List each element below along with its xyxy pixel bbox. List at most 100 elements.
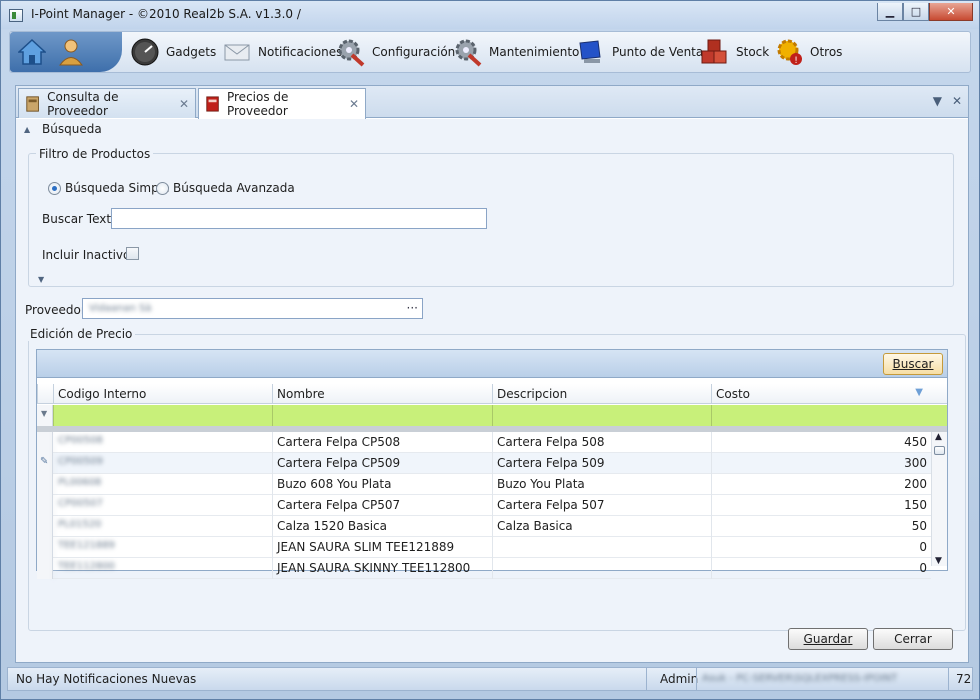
cell-codigo[interactable]: CP00508 [53, 432, 272, 453]
row-selector[interactable] [37, 558, 53, 579]
cell-codigo[interactable]: PL01520 [53, 516, 272, 537]
close-tab-icon[interactable]: ✕ [349, 97, 359, 111]
col-codigo-interno[interactable]: Codigo Interno [53, 384, 272, 404]
collapse-busqueda-icon[interactable]: ▲ [24, 125, 30, 134]
cell-descripcion[interactable]: Cartera Felpa 509 [492, 453, 711, 474]
guardar-button[interactable]: Guardar [788, 628, 868, 650]
menu-gadgets[interactable]: Gadgets [130, 32, 216, 72]
cell-costo[interactable]: 300 [711, 453, 931, 474]
grid-header: Codigo Interno Nombre Descripcion Costo … [37, 384, 947, 404]
menu-punto-de-venta[interactable]: Punto de Venta [576, 32, 703, 72]
table-row[interactable]: PL00608 Buzo 608 You Plata Buzo You Plata 2… [37, 474, 931, 495]
number-status: 72 [956, 672, 972, 686]
cell-costo[interactable]: 0 [711, 537, 931, 558]
price-grid: Buscar Codigo Interno Nombre Descripcion… [36, 349, 948, 579]
table-row[interactable]: ✎ CP00509 Cartera Felpa CP509 Cartera Felpa… [37, 453, 931, 474]
proveedor-field[interactable]: Vidaanan Sà ··· [82, 298, 423, 319]
radio-busqueda-simple[interactable] [48, 182, 61, 195]
row-selector[interactable] [37, 474, 53, 495]
document-area: Consulta de Proveedor ✕ Precios de Prove… [15, 85, 969, 663]
minimize-button[interactable]: ▁ [877, 3, 903, 21]
col-nombre[interactable]: Nombre [272, 384, 492, 404]
cell-descripcion[interactable]: Cartera Felpa 508 [492, 432, 711, 453]
menu-stock[interactable]: Stock [700, 32, 769, 72]
filter-descripcion[interactable] [492, 405, 711, 426]
buscar-button-label: Buscar [892, 357, 934, 371]
cell-codigo[interactable]: TEE112800 [53, 558, 272, 579]
window-title: I-Point Manager - ©2010 Real2b S.A. v1.3… [31, 7, 301, 21]
scroll-down-icon[interactable]: ▼ [935, 556, 942, 566]
title-bar: I-Point Manager - ©2010 Real2b S.A. v1.3… [1, 1, 979, 29]
buscar-texto-input[interactable] [111, 208, 487, 229]
busqueda-section-label: Búsqueda [42, 122, 102, 136]
cell-costo[interactable]: 450 [711, 432, 931, 453]
maximize-button[interactable]: □ [903, 3, 929, 21]
proveedor-label: Proveedor [25, 303, 86, 317]
tab-precios-proveedor[interactable]: Precios de Proveedor ✕ [198, 88, 366, 119]
col-descripcion[interactable]: Descripcion [492, 384, 711, 404]
menu-otros[interactable]: ! Otros [774, 32, 842, 72]
buscar-button[interactable]: Buscar [883, 353, 943, 375]
cell-nombre[interactable]: JEAN SAURA SKINNY TEE112800 [272, 558, 492, 579]
cell-nombre[interactable]: Cartera Felpa CP508 [272, 432, 492, 453]
row-edit-icon[interactable]: ✎ [37, 453, 53, 474]
notifications-status: No Hay Notificaciones Nuevas [16, 672, 197, 686]
menu-mantenimiento[interactable]: Mantenimiento [453, 32, 579, 72]
filter-costo[interactable] [711, 405, 947, 426]
browse-proveedor-icon[interactable]: ··· [407, 301, 418, 315]
cell-costo[interactable]: 0 [711, 558, 931, 579]
filter-codigo[interactable] [53, 405, 272, 426]
cell-nombre[interactable]: JEAN SAURA SLIM TEE121889 [272, 537, 492, 558]
cell-codigo[interactable]: PL00608 [53, 474, 272, 495]
filter-nombre[interactable] [272, 405, 492, 426]
home-icon[interactable] [18, 38, 46, 66]
expand-filter-icon[interactable]: ▼ [38, 275, 44, 284]
close-window-button[interactable]: ✕ [929, 3, 973, 21]
cell-costo[interactable]: 150 [711, 495, 931, 516]
table-row[interactable]: TEE121889 JEAN SAURA SLIM TEE121889 0 [37, 537, 931, 558]
cell-nombre[interactable]: Cartera Felpa CP509 [272, 453, 492, 474]
table-row[interactable]: TEE112800 JEAN SAURA SKINNY TEE112800 0 [37, 558, 931, 579]
cell-descripcion[interactable]: Cartera Felpa 507 [492, 495, 711, 516]
radio-busqueda-avanzada[interactable] [156, 182, 169, 195]
status-bar: No Hay Notificaciones Nuevas Admin Asuk … [7, 667, 973, 691]
table-row[interactable]: CP00507 Cartera Felpa CP507 Cartera Felpa … [37, 495, 931, 516]
grid-scrollbar[interactable]: ▲ ▼ [931, 432, 947, 566]
incluir-inactivos-checkbox[interactable] [126, 247, 139, 260]
filter-icon[interactable]: ▼ [37, 405, 53, 426]
row-selector[interactable] [37, 516, 53, 537]
col-costo[interactable]: Costo ▼ [711, 384, 931, 404]
row-selector[interactable] [37, 537, 53, 558]
cell-descripcion[interactable]: Calza Basica [492, 516, 711, 537]
proveedor-value: Vidaanan Sà [89, 303, 152, 314]
cell-descripcion[interactable]: Buzo You Plata [492, 474, 711, 495]
cell-nombre[interactable]: Calza 1520 Basica [272, 516, 492, 537]
table-row[interactable]: PL01520 Calza 1520 Basica Calza Basica 50 [37, 516, 931, 537]
cell-codigo[interactable]: CP00509 [53, 453, 272, 474]
cell-descripcion[interactable] [492, 558, 711, 579]
scroll-thumb[interactable] [934, 446, 945, 455]
close-tab-strip-icon[interactable]: ✕ [952, 94, 962, 108]
tab-consulta-proveedor[interactable]: Consulta de Proveedor ✕ [18, 88, 196, 118]
cell-costo[interactable]: 50 [711, 516, 931, 537]
close-tab-icon[interactable]: ✕ [179, 97, 189, 111]
cell-nombre[interactable]: Cartera Felpa CP507 [272, 495, 492, 516]
row-selector[interactable] [37, 495, 53, 516]
menu-label: Otros [810, 45, 843, 59]
menu-notificaciones[interactable]: Notificaciones [222, 32, 342, 72]
scroll-up-icon[interactable]: ▲ [935, 432, 942, 442]
app-icon [9, 9, 23, 22]
cell-nombre[interactable]: Buzo 608 You Plata [272, 474, 492, 495]
tab-list-dropdown-icon[interactable]: ▼ [933, 94, 942, 108]
cell-descripcion[interactable] [492, 537, 711, 558]
menu-configuracion[interactable]: Configuración [336, 32, 455, 72]
cell-codigo[interactable]: CP00507 [53, 495, 272, 516]
row-selector[interactable] [37, 432, 53, 453]
table-row[interactable]: CP00508 Cartera Felpa CP508 Cartera Felpa … [37, 432, 931, 453]
cell-costo[interactable]: 200 [711, 474, 931, 495]
user-icon[interactable] [58, 38, 84, 66]
cerrar-button[interactable]: Cerrar [873, 628, 953, 650]
cell-codigo[interactable]: TEE121889 [53, 537, 272, 558]
sort-desc-icon[interactable]: ▼ [915, 387, 923, 398]
filtro-productos-legend: Filtro de Productos [36, 147, 154, 161]
